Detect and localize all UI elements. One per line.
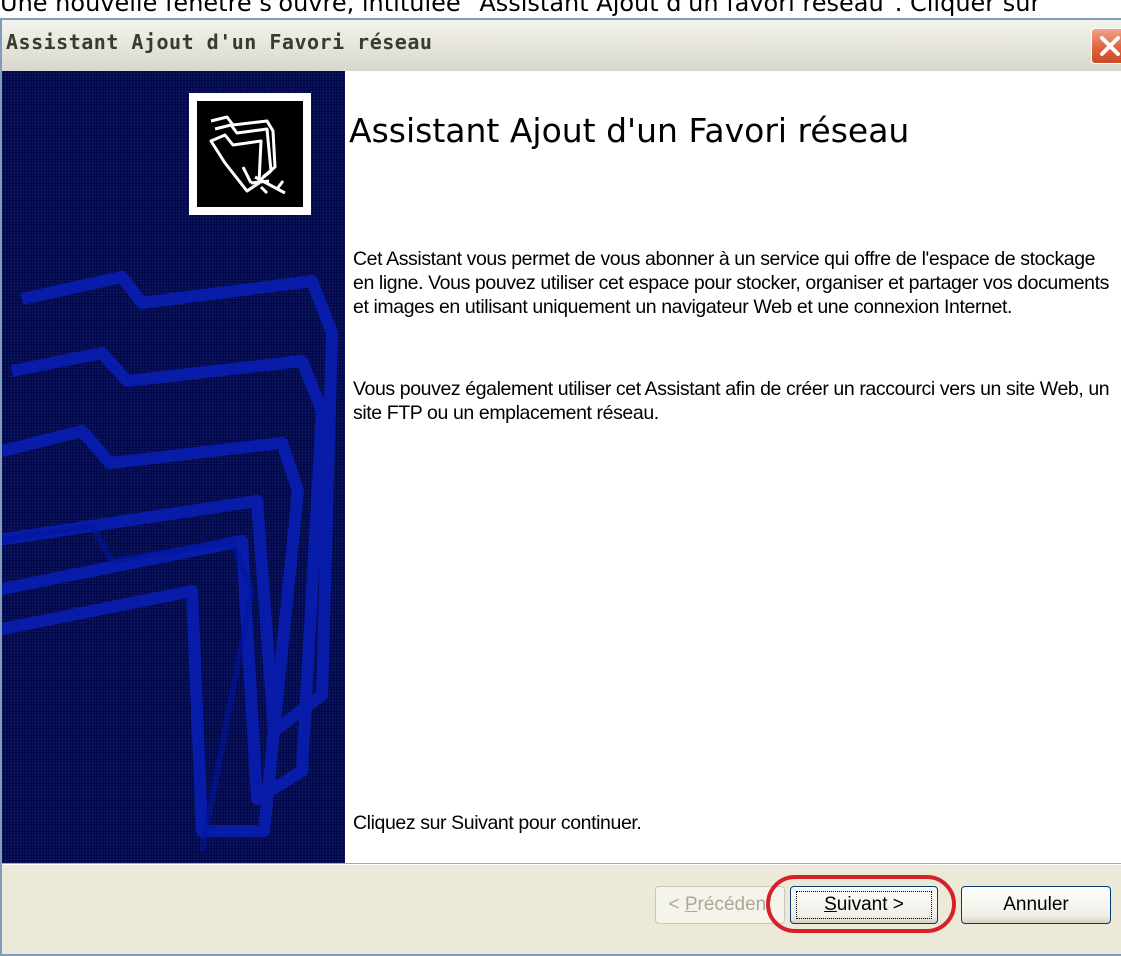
wizard-icon-frame bbox=[189, 93, 311, 215]
next-highlight-ring bbox=[766, 875, 956, 933]
wizard-window: Assistant Ajout d'un Favori réseau Assis… bbox=[0, 18, 1121, 956]
tutorial-caption: Une nouvelle fenêtre s'ouvre, intitulée … bbox=[0, 0, 1041, 17]
back-prefix: < bbox=[668, 894, 685, 915]
network-folder-icon bbox=[197, 101, 303, 207]
wizard-footer: < Précédent Suivant > Annuler bbox=[2, 865, 1121, 954]
wizard-heading: Assistant Ajout d'un Favori réseau bbox=[349, 111, 910, 150]
intro-paragraph: Cet Assistant vous permet de vous abonne… bbox=[353, 248, 1109, 318]
wizard-content: Assistant Ajout d'un Favori réseau Cet A… bbox=[345, 71, 1121, 863]
back-mnemonic: P bbox=[684, 894, 698, 915]
wizard-sidebar bbox=[2, 71, 345, 863]
close-button[interactable] bbox=[1091, 28, 1121, 64]
window-title: Assistant Ajout d'un Favori réseau bbox=[6, 30, 433, 54]
cancel-button[interactable]: Annuler bbox=[961, 886, 1111, 924]
continue-instruction: Cliquez sur Suivant pour continuer. bbox=[353, 812, 642, 834]
shortcut-paragraph: Vous pouvez également utiliser cet Assis… bbox=[353, 378, 1110, 424]
close-icon bbox=[1100, 36, 1120, 56]
title-bar[interactable]: Assistant Ajout d'un Favori réseau bbox=[2, 20, 1121, 72]
back-label-rest: récédent bbox=[697, 894, 772, 915]
page: Une nouvelle fenêtre s'ouvre, intitulée … bbox=[0, 0, 1121, 956]
